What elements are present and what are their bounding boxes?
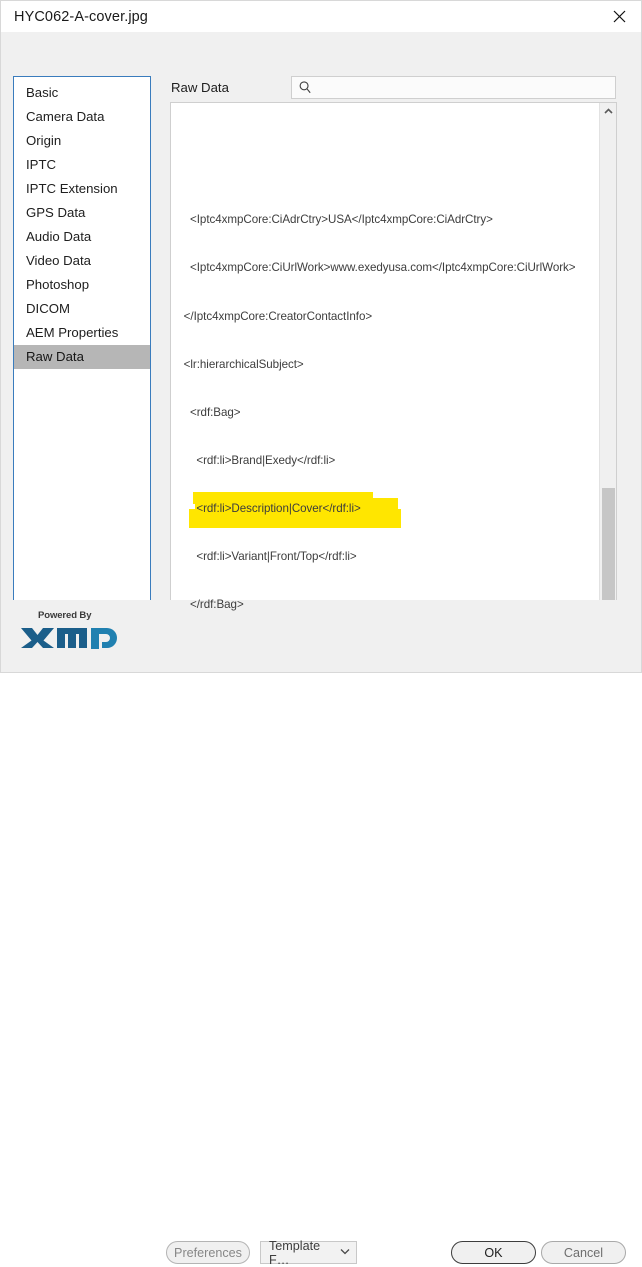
chevron-down-icon: [340, 1248, 350, 1258]
sidebar-item-aem-properties[interactable]: AEM Properties: [14, 321, 150, 345]
title-bar: HYC062-A-cover.jpg: [1, 1, 641, 32]
xmp-wordmark-icon: [21, 628, 117, 649]
raw-data-line: </Iptc4xmpCore:CreatorContactInfo>: [171, 309, 373, 323]
sidebar-item-gps-data[interactable]: GPS Data: [14, 201, 150, 225]
raw-data-line: <Iptc4xmpCore:CiUrlWork>www.exedyusa.com…: [171, 261, 576, 275]
raw-data-line: <rdf:Bag>: [171, 405, 241, 419]
page-title: HYC062-A-cover.jpg: [14, 8, 148, 25]
sidebar-item-dicom[interactable]: DICOM: [14, 297, 150, 321]
raw-data-line: <rdf:li>Description|Cover</rdf:li>: [171, 502, 361, 516]
vertical-scrollbar[interactable]: [599, 103, 616, 632]
sidebar-item-camera-data[interactable]: Camera Data: [14, 105, 150, 129]
close-icon[interactable]: [597, 1, 641, 32]
template-dropdown-label: Template F…: [269, 1238, 321, 1267]
sidebar-item-iptc-extension[interactable]: IPTC Extension: [14, 177, 150, 201]
raw-data-text: <Iptc4xmpCore:CiAdrCtry>USA</Iptc4xmpCor…: [171, 103, 598, 631]
cancel-button[interactable]: Cancel: [541, 1241, 626, 1264]
sidebar-item-video-data[interactable]: Video Data: [14, 249, 150, 273]
chevron-up-icon[interactable]: [600, 103, 616, 120]
sidebar-item-basic[interactable]: Basic: [14, 81, 150, 105]
preferences-button[interactable]: Preferences: [166, 1241, 250, 1264]
raw-data-line: <rdf:li>Brand|Exedy</rdf:li>: [171, 454, 336, 468]
raw-data-line: <lr:hierarchicalSubject>: [171, 357, 304, 371]
metadata-category-list[interactable]: Basic Camera Data Origin IPTC IPTC Exten…: [13, 76, 151, 666]
sidebar-item-origin[interactable]: Origin: [14, 129, 150, 153]
dialog-body: Basic Camera Data Origin IPTC IPTC Exten…: [1, 32, 641, 1267]
raw-data-scroll-area: <Iptc4xmpCore:CiAdrCtry>USA</Iptc4xmpCor…: [171, 103, 598, 631]
panel-title: Raw Data: [171, 80, 229, 95]
ok-button[interactable]: OK: [451, 1241, 536, 1264]
raw-data-line: </rdf:Bag>: [171, 598, 244, 612]
raw-data-line-list: <Iptc4xmpCore:CiAdrCtry>USA</Iptc4xmpCor…: [171, 180, 598, 631]
raw-data-line: <rdf:li>Variant|Front/Top</rdf:li>: [171, 550, 357, 564]
search-input[interactable]: [317, 78, 597, 97]
powered-by-label: Powered By: [38, 610, 92, 621]
sidebar-item-iptc[interactable]: IPTC: [14, 153, 150, 177]
search-field[interactable]: [291, 76, 616, 99]
sidebar-item-photoshop[interactable]: Photoshop: [14, 273, 150, 297]
raw-data-line: <Iptc4xmpCore:CiAdrCtry>USA</Iptc4xmpCor…: [171, 213, 493, 227]
xmp-logo: Powered By: [21, 610, 131, 649]
sidebar-item-raw-data[interactable]: Raw Data: [14, 345, 150, 369]
sidebar-item-audio-data[interactable]: Audio Data: [14, 225, 150, 249]
vertical-scrollbar-thumb[interactable]: [602, 488, 615, 618]
file-properties-dialog: HYC062-A-cover.jpg Basic Camera Data Ori…: [0, 0, 642, 1267]
template-dropdown[interactable]: Template F…: [260, 1238, 357, 1267]
search-icon: [299, 81, 311, 94]
raw-data-viewer[interactable]: <Iptc4xmpCore:CiAdrCtry>USA</Iptc4xmpCor…: [170, 102, 617, 650]
